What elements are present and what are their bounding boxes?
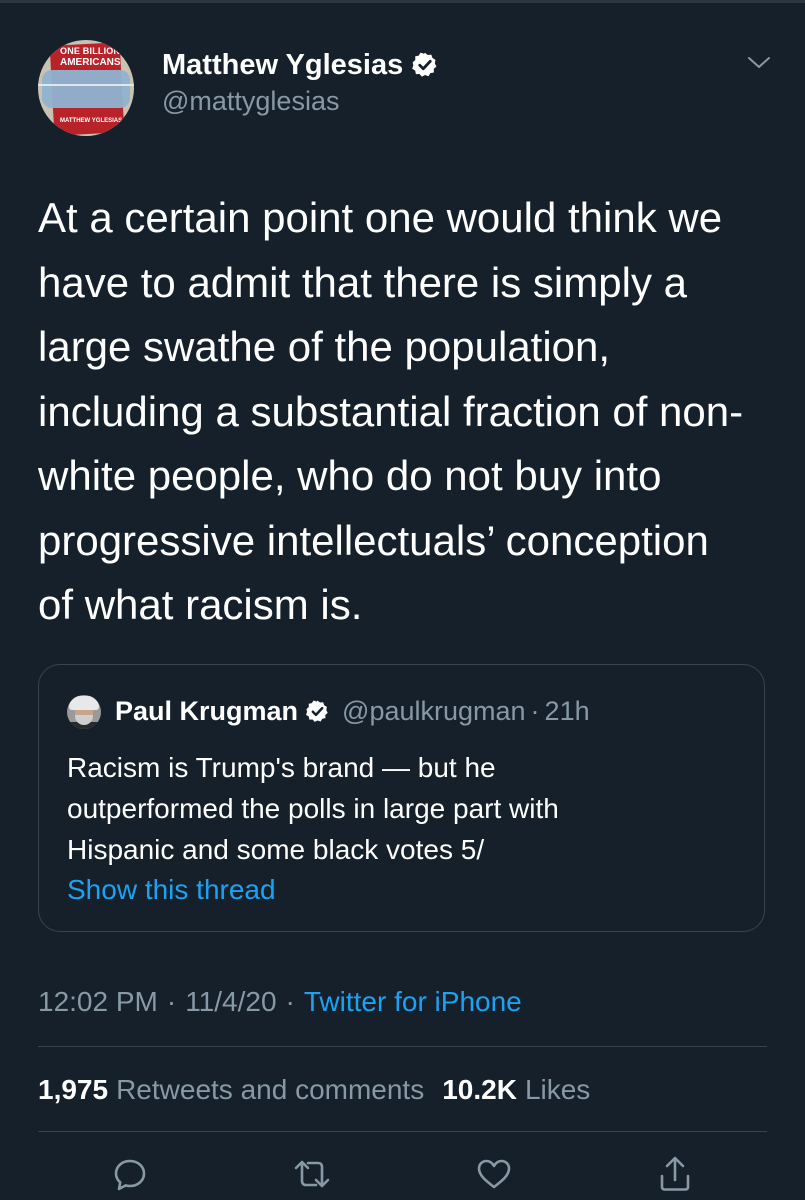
meta-divider: [38, 1046, 767, 1047]
avatar-cover-title-line1: ONE BILLION: [60, 46, 121, 56]
retweet-button[interactable]: [290, 1154, 334, 1194]
like-button[interactable]: [472, 1154, 516, 1194]
avatar-hair: [69, 696, 99, 710]
quoted-author-avatar[interactable]: [67, 695, 101, 729]
meta-separator: ·: [285, 986, 295, 1017]
tweet-text: At a certain point one would think we ha…: [38, 194, 744, 628]
avatar-cover-title-line2: AMERICANS: [60, 57, 121, 68]
author-name-row: Matthew Yglesias: [162, 46, 439, 84]
author-name[interactable]: Matthew Yglesias: [162, 49, 403, 82]
chevron-down-icon[interactable]: [746, 54, 772, 72]
stats-divider: [38, 1131, 767, 1132]
likes-count[interactable]: 10.2K: [442, 1074, 517, 1106]
share-icon: [660, 1156, 690, 1191]
reply-icon: [114, 1159, 146, 1191]
quoted-author-name[interactable]: Paul Krugman: [115, 696, 298, 727]
quoted-author-handle[interactable]: @paulkrugman: [342, 696, 526, 727]
author-handle[interactable]: @mattyglesias: [162, 86, 339, 117]
verified-badge-icon: [306, 699, 328, 722]
top-divider: [0, 0, 805, 3]
quoted-tweet-text: Racism is Trump's brand — but he outperf…: [67, 752, 559, 865]
verified-badge-icon: [412, 52, 437, 77]
tweet-meta: 12:02 PM · 11/4/20 · Twitter for iPhone: [38, 980, 522, 1024]
avatar-mask-strap: [38, 84, 134, 86]
reply-button[interactable]: [108, 1154, 152, 1194]
share-button[interactable]: [653, 1154, 697, 1194]
quoted-separator: ·: [530, 695, 540, 726]
show-thread-link[interactable]: Show this thread: [67, 874, 276, 906]
heart-icon: [477, 1159, 511, 1189]
meta-separator: ·: [166, 986, 177, 1017]
retweets-label[interactable]: Retweets and comments: [116, 1074, 424, 1106]
tweet-date: 11/4/20: [185, 986, 277, 1017]
quoted-timestamp: 21h: [544, 695, 590, 726]
author-avatar[interactable]: ONE BILLION AMERICANS MATTHEW YGLESIAS: [38, 40, 134, 136]
avatar-face-mask: [42, 70, 130, 108]
tweet-time: 12:02 PM: [38, 986, 158, 1017]
quoted-tweet-card[interactable]: Paul Krugman @paulkrugman · 21h Racism i…: [38, 664, 765, 932]
retweet-icon: [294, 1160, 330, 1188]
likes-label[interactable]: Likes: [525, 1074, 590, 1106]
tweet-source-link[interactable]: Twitter for iPhone: [304, 986, 522, 1018]
tweet-stats: 1,975 Retweets and comments 10.2K Likes: [38, 1068, 590, 1112]
quoted-tweet-header: Paul Krugman @paulkrugman · 21h: [115, 691, 590, 731]
retweets-count[interactable]: 1,975: [38, 1074, 108, 1106]
avatar-cover-author: MATTHEW YGLESIAS: [60, 118, 123, 124]
